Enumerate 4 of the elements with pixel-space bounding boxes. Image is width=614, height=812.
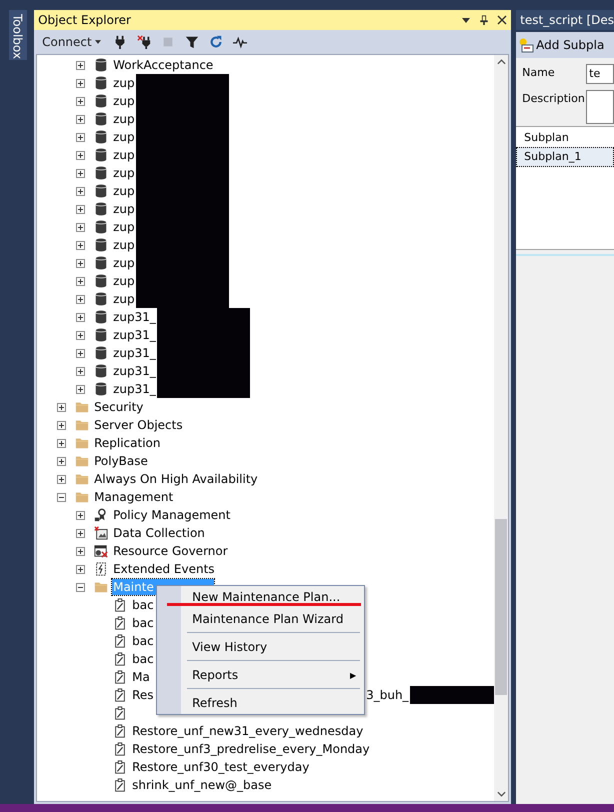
submenu-arrow-icon: ▶ [350, 670, 356, 680]
panel-title: Object Explorer [38, 13, 132, 27]
field-label: Description [522, 91, 586, 105]
field-label: Name [522, 65, 556, 79]
